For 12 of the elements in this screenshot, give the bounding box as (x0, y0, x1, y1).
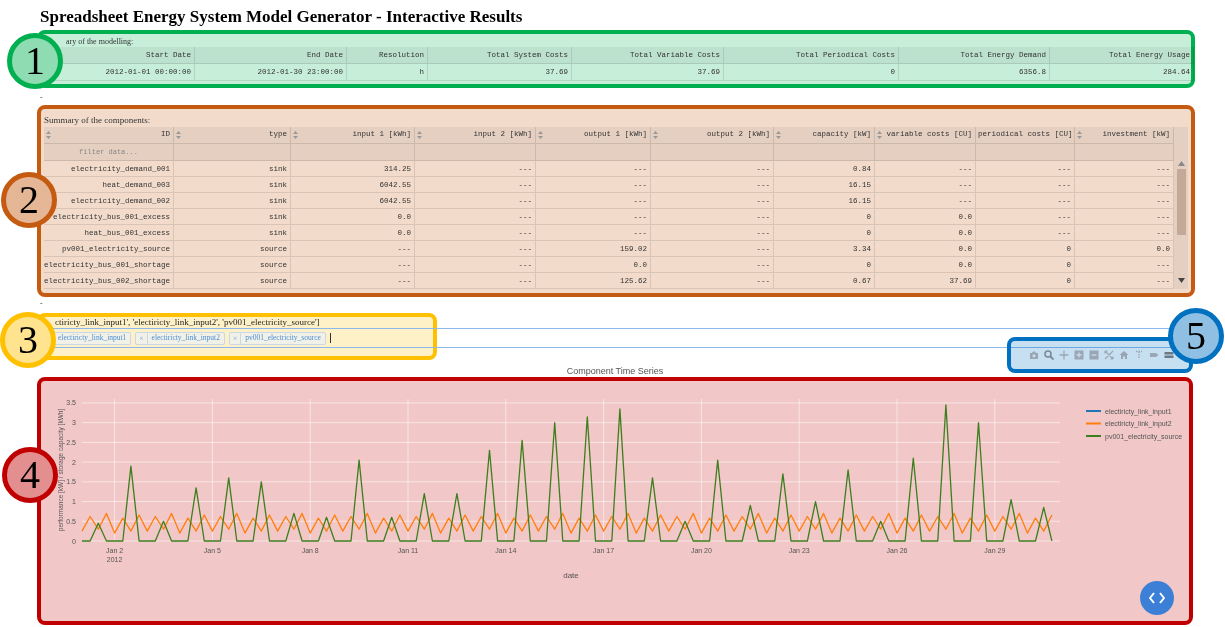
selected-values-text: ctiricty_link_input1', 'electiricty_link_input2', 'pv001_electricity_source'] (54, 316, 321, 328)
callout-number: 3 (0, 312, 56, 368)
axis-title: date (563, 571, 579, 580)
callout-number: 5 (1168, 308, 1224, 364)
chart-title: Component Time Series (565, 365, 665, 377)
dash-mark: - (39, 297, 44, 309)
callout-number: 1 (7, 33, 63, 89)
table-caption: ary of the modelling: (65, 37, 135, 47)
dash-mark: - (39, 91, 44, 103)
callout-number: 4 (2, 447, 58, 503)
table-caption: Summary of the components: (44, 114, 152, 127)
page-title: Spreadsheet Energy System Model Generator - Interactive Results (39, 6, 524, 28)
